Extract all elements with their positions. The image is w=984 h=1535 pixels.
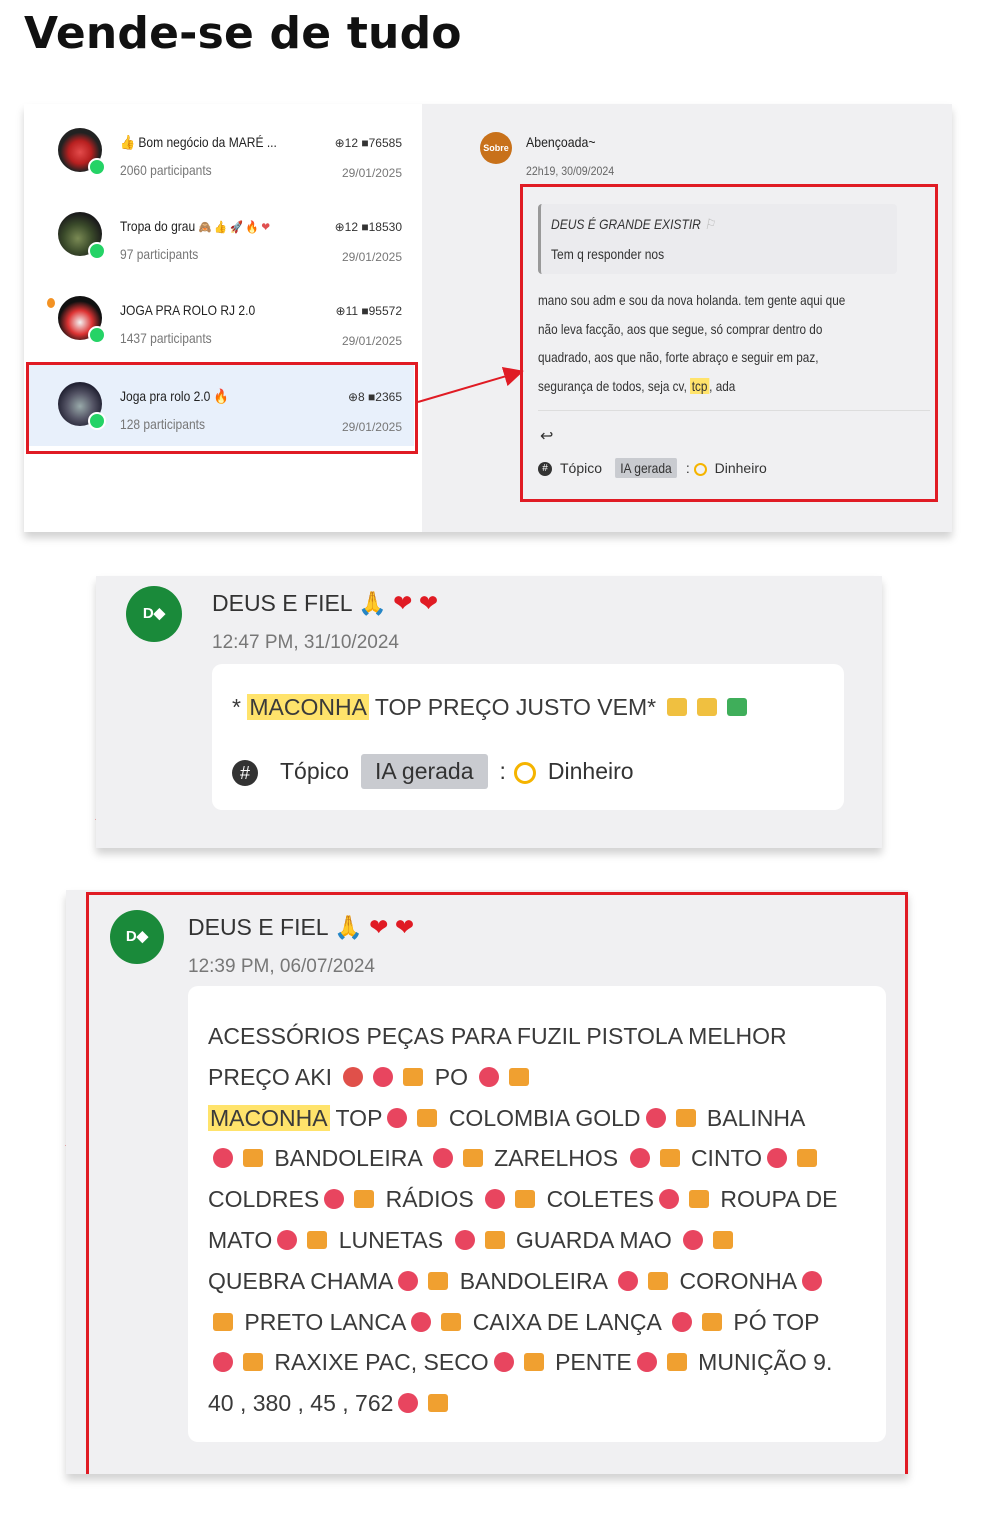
highlight-box	[86, 892, 908, 1474]
emoji-icon	[697, 697, 718, 716]
topic-label: Tópico	[280, 758, 350, 784]
category-ring-icon	[513, 761, 536, 784]
message-card: * MACONHA TOP PREÇO JUSTO VEM* # Tópico IA…	[212, 664, 844, 810]
arrow	[417, 366, 524, 403]
ai-chip[interactable]: IA gerada	[361, 754, 488, 789]
hash-icon: #	[232, 759, 258, 786]
money-icon	[727, 697, 748, 716]
emoji-icon	[667, 697, 688, 716]
category-label: Dinheiro	[547, 758, 634, 784]
sender-avatar: D◆	[126, 586, 182, 642]
sender-name: DEUS E FIEL 🙏 ❤ ❤	[212, 590, 439, 616]
message-time: 12:47 PM, 31/10/2024	[212, 632, 399, 653]
topic-row: # Tópico IA gerada: Dinheiro	[232, 754, 634, 789]
highlighted-term: MACONHA	[247, 694, 369, 720]
message-screenshot: D◆ DEUS E FIEL 🙏 ❤ ❤ 12:47 PM, 31/10/202…	[96, 576, 882, 848]
message-text: * MACONHA TOP PREÇO JUSTO VEM*	[232, 694, 752, 721]
message-screenshot: D◆ DEUS E FIEL 🙏 ❤ ❤ 12:39 PM, 06/07/202…	[66, 890, 908, 1474]
heart-icon: ❤ ❤	[393, 590, 439, 616]
